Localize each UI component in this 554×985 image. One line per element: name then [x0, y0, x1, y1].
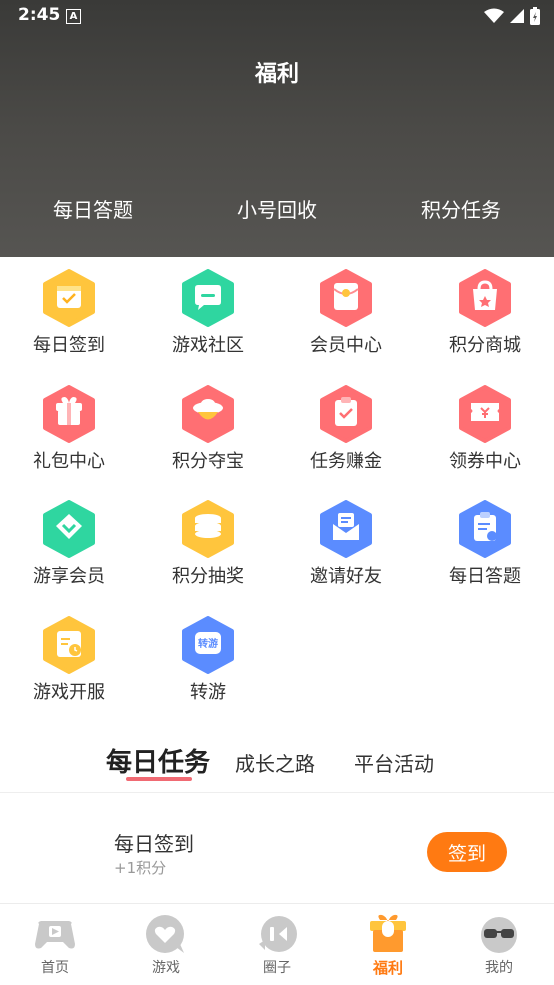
status-bar: 2:45 A	[0, 0, 554, 32]
grid-item[interactable]: 游戏社区	[139, 257, 277, 367]
invite-envelope-icon	[320, 500, 372, 558]
task-points: +1积分	[114, 859, 167, 877]
bottom-nav-games[interactable]: 游戏	[111, 904, 221, 985]
grid-item-label: 转游	[190, 682, 226, 703]
grid-item[interactable]: 每日签到	[0, 257, 138, 367]
coupon-icon	[459, 385, 511, 443]
circle-chat-icon	[259, 916, 297, 952]
top-nav: 每日答题 小号回收 积分任务	[0, 194, 554, 224]
grid-item-label: 游戏开服	[33, 682, 105, 703]
bottom-nav-label: 游戏	[152, 960, 180, 976]
grid-item-label: 任务赚金	[310, 451, 382, 472]
bottom-nav-label: 圈子	[263, 960, 291, 976]
notification-a-icon: A	[66, 9, 81, 24]
coin-stack-icon	[182, 500, 234, 558]
grid-item[interactable]: 转游 转游	[139, 604, 277, 714]
task-tabs: 每日任务 成长之路 平台活动	[0, 740, 554, 790]
bottom-nav-label: 福利	[372, 959, 403, 977]
status-time: 2:45	[18, 5, 61, 25]
grid-item[interactable]: 邀请好友	[277, 488, 415, 598]
bottom-nav-home[interactable]: 首页	[0, 904, 110, 985]
chat-bubble-icon	[182, 269, 234, 327]
bottom-nav: 首页 游戏 圈子 福利 我的	[0, 903, 554, 985]
transfer-game-icon: 转游	[182, 616, 234, 674]
grid-item[interactable]: 积分抽奖	[139, 488, 277, 598]
grid-item-label: 积分抽奖	[172, 566, 244, 587]
battery-icon	[530, 7, 540, 25]
grid-item-label: 礼包中心	[33, 451, 105, 472]
grid-item[interactable]: 领券中心	[416, 373, 554, 483]
divider	[0, 792, 554, 793]
grid-item-label: 游戏社区	[172, 335, 244, 356]
transfer-badge-text: 转游	[198, 637, 218, 650]
grid-item[interactable]: 游享会员	[0, 488, 138, 598]
task-name: 每日签到	[114, 832, 194, 856]
grid-item-label: 每日答题	[449, 566, 521, 587]
bottom-nav-label: 首页	[41, 960, 69, 976]
grid-item[interactable]: 积分商城	[416, 257, 554, 367]
tab-daily-tasks[interactable]: 每日任务	[106, 742, 210, 779]
tab-platform-events[interactable]: 平台活动	[354, 748, 434, 777]
clipboard-check-icon	[320, 385, 372, 443]
grid-item-label: 积分夺宝	[172, 451, 244, 472]
grid-item[interactable]: 每日答题	[416, 488, 554, 598]
signal-icon	[510, 9, 524, 23]
grid-item-label: 会员中心	[310, 335, 382, 356]
grid-item[interactable]: 任务赚金	[277, 373, 415, 483]
page-title: 福利	[254, 62, 299, 87]
wifi-icon	[484, 8, 504, 23]
grid-item-label: 积分商城	[449, 335, 521, 356]
vip-gem-icon	[43, 500, 95, 558]
grid-item[interactable]: 积分夺宝	[139, 373, 277, 483]
treasure-icon	[182, 385, 234, 443]
grid-item-label: 游享会员	[33, 566, 105, 587]
gift-box-icon	[43, 385, 95, 443]
header: 2:45 A 福利 每日答题 小号回收 积分任务	[0, 0, 554, 257]
bottom-nav-welfare[interactable]: 福利	[333, 904, 443, 985]
heart-game-icon	[146, 915, 184, 953]
profile-face-icon	[481, 917, 517, 953]
grid-item-label: 邀请好友	[310, 566, 382, 587]
top-nav-daily-quiz[interactable]: 每日答题	[13, 194, 173, 223]
active-tab-underline	[126, 777, 192, 781]
shopping-bag-icon	[459, 269, 511, 327]
tab-growth-path[interactable]: 成长之路	[235, 748, 315, 777]
calendar-check-icon	[43, 269, 95, 327]
bottom-nav-circle[interactable]: 圈子	[222, 904, 332, 985]
sign-in-button[interactable]: 签到	[427, 832, 507, 872]
bottom-nav-mine[interactable]: 我的	[444, 904, 554, 985]
quiz-clipboard-icon	[459, 500, 511, 558]
grid-item[interactable]: 礼包中心	[0, 373, 138, 483]
gamepad-icon	[35, 921, 75, 949]
gift-icon	[370, 914, 406, 952]
grid-item[interactable]: 游戏开服	[0, 604, 138, 714]
server-calendar-icon	[43, 616, 95, 674]
bottom-nav-label: 我的	[485, 960, 513, 976]
grid-item-label: 每日签到	[33, 335, 105, 356]
red-envelope-icon	[320, 269, 372, 327]
top-nav-points-tasks[interactable]: 积分任务	[381, 194, 541, 223]
grid-item-label: 领券中心	[449, 451, 521, 472]
top-nav-account-recycle[interactable]: 小号回收	[197, 194, 357, 223]
grid-item[interactable]: 会员中心	[277, 257, 415, 367]
